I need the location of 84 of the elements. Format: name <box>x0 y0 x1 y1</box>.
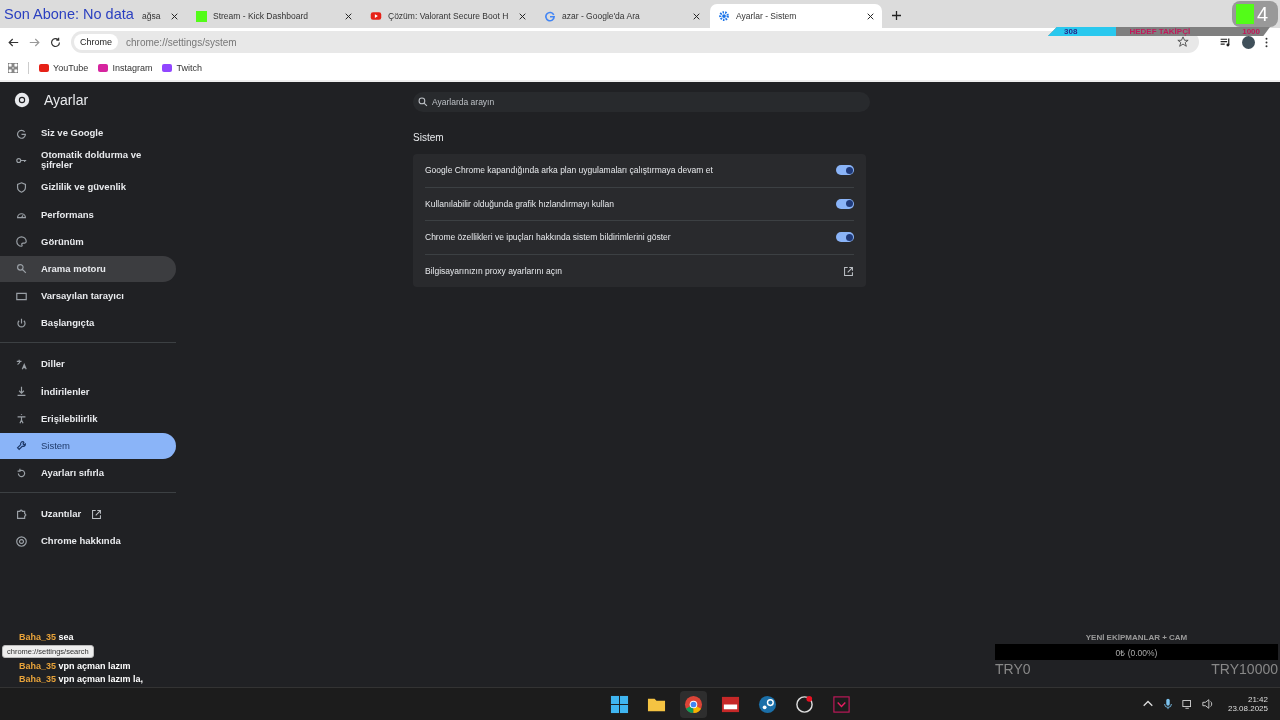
back-icon[interactable] <box>8 36 19 48</box>
toggle-switch[interactable] <box>836 165 854 176</box>
external-link-icon[interactable] <box>91 508 103 520</box>
browser-tab[interactable]: azar - Google'da Ara <box>536 4 708 28</box>
close-icon[interactable] <box>345 12 352 20</box>
sidebar-item[interactable]: Gizlilik ve güvenlik <box>0 174 176 201</box>
close-icon[interactable] <box>693 12 700 20</box>
sidebar-item[interactable]: İndirilenler <box>0 378 176 405</box>
reload-icon[interactable] <box>50 36 61 48</box>
browser-tab[interactable]: Çözüm: Valorant Secure Boot H <box>362 4 534 28</box>
sidebar-item[interactable]: Erişilebilirlik <box>0 405 176 432</box>
browser-tab[interactable]: Stream - Kick Dashboard <box>188 4 360 28</box>
microphone-icon[interactable] <box>1161 698 1174 710</box>
setting-label: Bilgisayarınızın proxy ayarlarını açın <box>425 266 562 277</box>
site-chip[interactable]: Chrome <box>74 34 118 50</box>
sidebar-item[interactable]: Otomatik doldurma ve şifreler <box>0 147 176 174</box>
g-logo-icon <box>544 10 556 22</box>
chat-message: Baha_35 vpn açman lazım la, <box>19 674 144 684</box>
chrome-icon <box>16 535 27 547</box>
translate-icon <box>16 358 27 370</box>
wrench-icon <box>16 440 27 452</box>
clock-date[interactable]: 23.08.2025 <box>1227 704 1268 713</box>
external-link-icon[interactable] <box>843 265 854 277</box>
sidebar-item[interactable]: Varsayılan tarayıcı <box>0 283 176 310</box>
sidebar-item[interactable]: Sistem <box>0 432 176 459</box>
download-icon <box>16 386 27 397</box>
play-icon <box>370 10 382 22</box>
power-icon <box>16 317 27 329</box>
settings-title: Ayarlar <box>44 92 89 108</box>
bookmark-link[interactable]: Twitch <box>162 63 202 73</box>
gear-icon <box>718 10 730 22</box>
close-icon[interactable] <box>867 12 874 20</box>
sidebar-item[interactable]: Başlangıçta <box>0 310 176 337</box>
toggle-switch[interactable] <box>836 232 854 243</box>
follower-target: 1000 <box>1242 27 1260 36</box>
goal-max-label: TRY10000 <box>1211 661 1278 677</box>
setting-label: Google Chrome kapandığında arka plan uygulamaları çalıştırmaya devam et <box>425 165 713 176</box>
chrome-logo-icon[interactable] <box>679 690 707 718</box>
search-field[interactable]: Ayarlarda arayın <box>413 92 870 112</box>
donation-goal-title: YENİ EKİPMANLAR + CAM <box>1085 633 1188 642</box>
goal-min-label: TRY0 <box>995 661 1031 677</box>
sidebar-item[interactable]: Ayarları sıfırla <box>0 460 176 487</box>
sidebar-item[interactable]: Arama motoru <box>0 255 176 282</box>
viewer-badge: 4 <box>1232 1 1278 27</box>
toggle-switch[interactable] <box>836 198 854 209</box>
menu-icon[interactable] <box>1265 36 1268 48</box>
sidebar-item[interactable]: Diller <box>0 351 176 378</box>
media-queue-icon[interactable] <box>1219 35 1232 49</box>
person-icon <box>16 413 27 425</box>
shield-icon <box>16 181 27 193</box>
bookmark-link[interactable]: YouTube <box>39 63 89 73</box>
donation-progress-bar: 0₺ (0.00%) <box>995 644 1278 660</box>
chat-message: Baha_35 sea <box>19 632 74 642</box>
close-icon[interactable] <box>171 12 178 20</box>
puzzle-icon <box>16 508 27 520</box>
network-icon[interactable] <box>1181 698 1194 710</box>
sidebar-item[interactable]: Chrome hakkında <box>0 528 176 555</box>
setting-label: Chrome özellikleri ve ipuçları hakkında sistem bildirimlerini göster <box>425 232 671 243</box>
browser-tab[interactable]: ağsa <box>138 4 186 28</box>
sidebar-item[interactable]: Uzantılar <box>0 501 176 528</box>
chat-message: Baha_35 vpn açman lazım <box>19 661 131 671</box>
chrome-logo-icon <box>14 92 30 108</box>
search-icon <box>16 263 27 275</box>
sidebar-item[interactable]: Siz ve Google <box>0 120 176 146</box>
clock-time[interactable]: 21:42 <box>1247 695 1268 704</box>
bookmark-link[interactable]: Instagram <box>98 63 153 73</box>
sidebar-item[interactable]: Performans <box>0 201 176 228</box>
volume-icon[interactable] <box>1201 698 1214 710</box>
browser-tab[interactable]: Ayarlar - Sistem <box>710 4 882 28</box>
k-logo-icon <box>196 10 207 22</box>
sidebar-item[interactable]: Görünüm <box>0 228 176 255</box>
section-title: Sistem <box>413 132 445 143</box>
forward-icon[interactable] <box>29 36 40 48</box>
bookmark-star-icon[interactable] <box>1177 36 1189 48</box>
window-icon <box>16 290 27 302</box>
close-icon[interactable] <box>519 12 526 20</box>
setting-label: Kullanılabilir olduğunda grafik hızlandırmayı kullan <box>425 198 614 209</box>
k-logo-icon <box>1236 4 1254 24</box>
last-subscriber-overlay: Son Abone: No data <box>3 6 135 22</box>
reset-icon <box>16 467 27 479</box>
palette-icon <box>16 236 27 248</box>
apps-grid-icon[interactable] <box>8 63 18 73</box>
letter-g-icon <box>16 127 27 139</box>
new-tab-icon[interactable] <box>892 11 901 20</box>
